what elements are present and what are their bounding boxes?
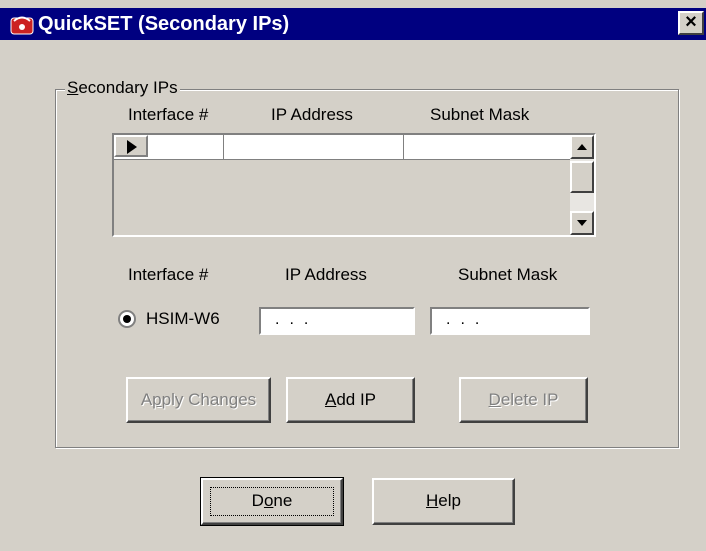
label-interface: Interface # [128, 265, 209, 284]
vertical-scrollbar[interactable] [570, 135, 594, 235]
apply-label-post: ply Changes [161, 390, 257, 409]
add-label-mnemonic: A [324, 390, 337, 409]
delete-label-post: elete IP [500, 390, 559, 409]
scroll-down-icon [577, 220, 587, 226]
grid-header-subnet-mask: Subnet Mask [430, 105, 530, 124]
apply-changes-button[interactable]: Apply Changes [126, 377, 271, 423]
delete-label-mnemonic: D [488, 390, 501, 409]
help-label-post: elp [438, 491, 461, 510]
interface-radio-label[interactable]: HSIM-W6 [146, 309, 220, 329]
window-title: QuickSET (Secondary IPs) [38, 13, 290, 35]
close-button[interactable]: × [678, 11, 704, 35]
scroll-up-button[interactable] [570, 135, 594, 159]
label-subnet-mask: Subnet Mask [458, 265, 558, 284]
delete-ip-button[interactable]: Delete IP [459, 377, 588, 423]
scroll-down-button[interactable] [570, 211, 594, 235]
add-ip-button[interactable]: Add IP [286, 377, 415, 423]
ip-address-field[interactable]: ... [259, 307, 415, 335]
legend-text: econdary IPs [78, 78, 178, 97]
add-label-post: dd IP [336, 390, 377, 409]
label-ip-address: IP Address [285, 265, 367, 284]
radio-selected-dot [123, 315, 131, 323]
cell-ip-address[interactable] [224, 135, 404, 159]
row-pointer-icon [127, 140, 137, 154]
help-label-mnemonic: H [426, 491, 439, 510]
scroll-up-icon [577, 144, 587, 150]
secondary-ips-grid[interactable] [112, 133, 596, 237]
grid-header-ip-address: IP Address [271, 105, 353, 124]
groupbox-title: Secondary IPs [65, 78, 180, 98]
phone-icon [10, 16, 34, 35]
focus-rectangle [210, 487, 334, 516]
cell-interface[interactable] [148, 135, 224, 159]
apply-label-mnemonic: p [152, 390, 162, 409]
help-button[interactable]: Help [372, 478, 515, 525]
table-row[interactable] [114, 135, 570, 160]
subnet-mask-field[interactable]: ... [430, 307, 590, 335]
scroll-thumb[interactable] [570, 161, 594, 193]
legend-mnemonic: S [67, 78, 79, 97]
grid-header-interface: Interface # [128, 105, 209, 124]
done-button[interactable]: Done [200, 477, 344, 526]
title-bar[interactable]: QuickSET (Secondary IPs) × [0, 8, 706, 40]
cell-subnet-mask[interactable] [404, 135, 570, 159]
quickset-secondary-ips-dialog: QuickSET (Secondary IPs) × Secondary IPs… [0, 0, 706, 551]
interface-radio-hsim-w6[interactable] [118, 310, 136, 328]
row-selector[interactable] [114, 135, 148, 157]
apply-label-pre: A [140, 390, 153, 409]
